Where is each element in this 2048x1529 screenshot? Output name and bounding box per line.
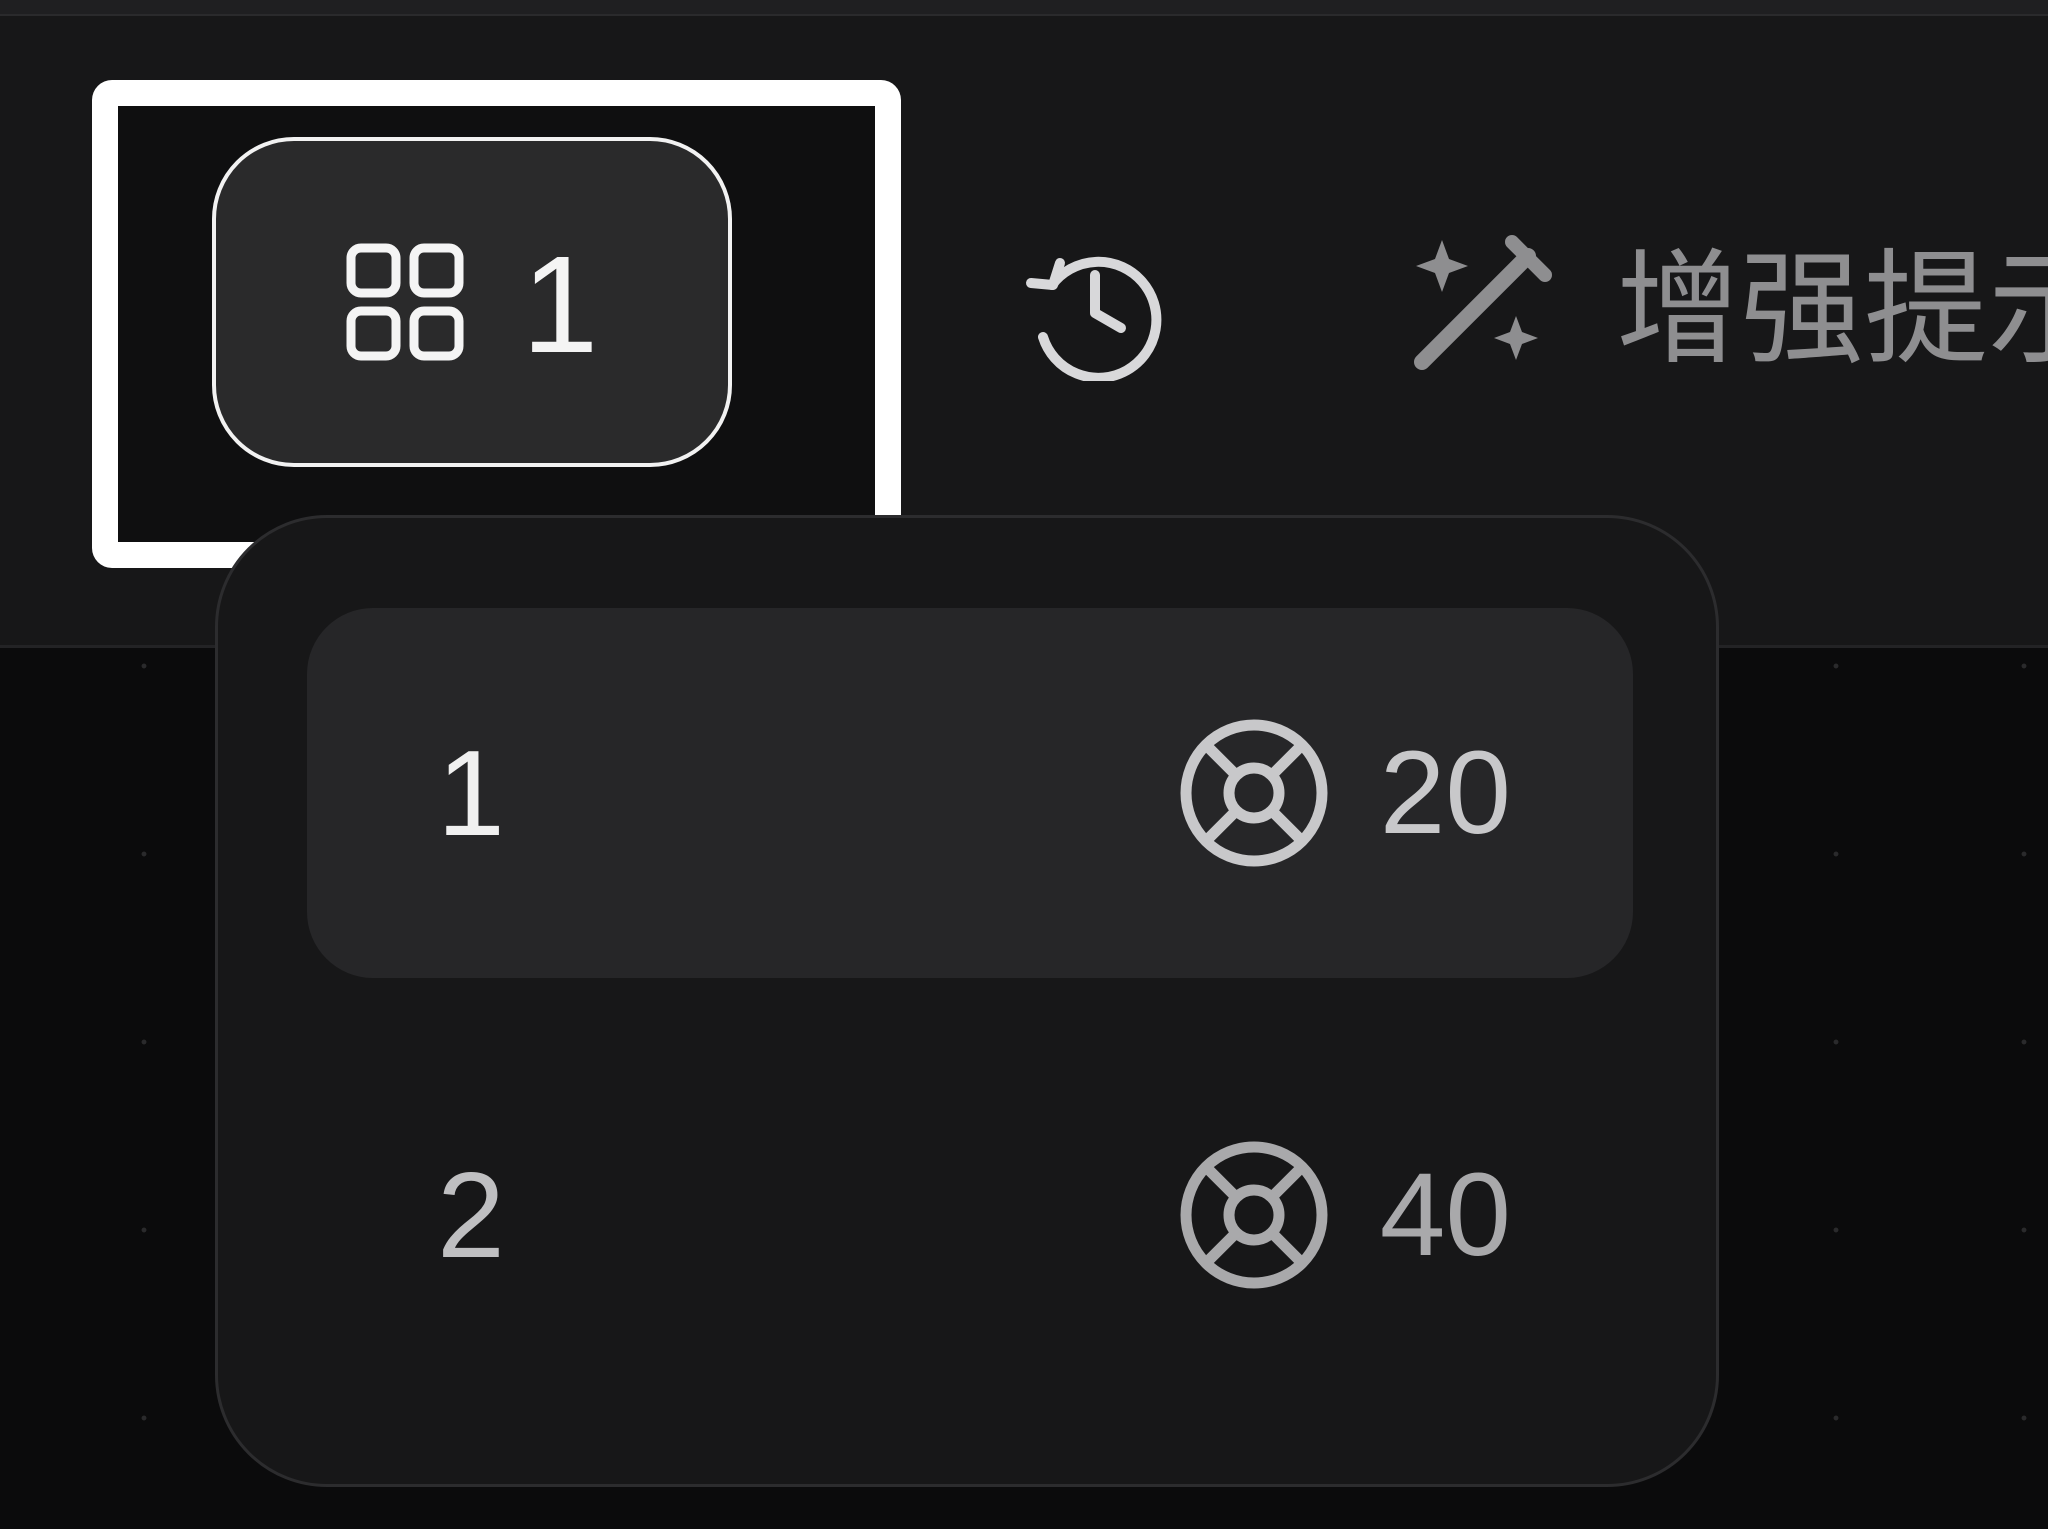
magic-wand-icon xyxy=(1400,230,1556,391)
image-count-option-1[interactable]: 1 20 xyxy=(307,608,1633,978)
history-button[interactable] xyxy=(1008,225,1172,389)
image-count-button[interactable]: 1 xyxy=(212,137,732,467)
option-cost: 40 xyxy=(1176,1137,1511,1293)
credit-icon xyxy=(1176,715,1332,871)
option-cost-value: 40 xyxy=(1379,1149,1511,1281)
credit-icon xyxy=(1176,1137,1332,1293)
window-top-border xyxy=(0,0,2048,16)
option-cost-value: 20 xyxy=(1379,727,1511,859)
image-count-dropdown: 1 20 2 40 xyxy=(215,515,1719,1487)
image-count-value: 1 xyxy=(521,228,599,382)
grid-icon xyxy=(346,243,464,361)
enhance-prompt-button[interactable]: 增强提示 xyxy=(1400,220,2048,400)
canvas-area: 1 增强提示 1 xyxy=(0,0,2048,1529)
option-label: 1 xyxy=(437,725,505,861)
history-icon xyxy=(1015,231,1165,384)
option-label: 2 xyxy=(437,1147,505,1283)
image-count-option-2[interactable]: 2 40 xyxy=(307,1030,1633,1400)
option-cost: 20 xyxy=(1176,715,1511,871)
enhance-prompt-label: 增强提示 xyxy=(1616,241,2048,379)
